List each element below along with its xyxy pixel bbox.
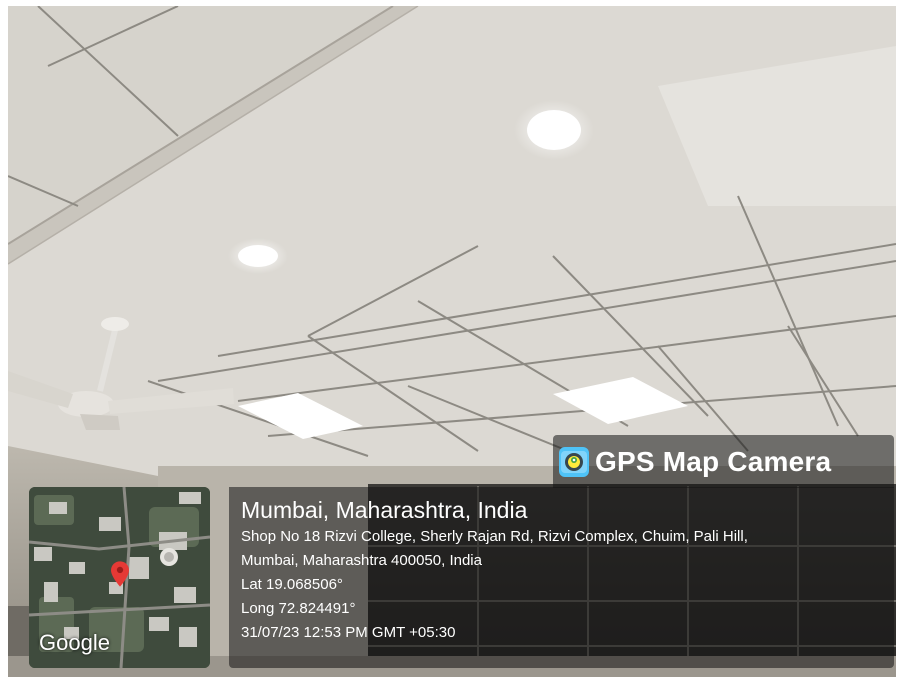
gps-map-camera-app-icon — [559, 446, 589, 477]
google-logo: Google — [39, 630, 110, 655]
map-thumbnail: Google — [29, 487, 210, 668]
location-info-panel: Mumbai, Maharashtra, India Shop No 18 Ri… — [229, 487, 894, 668]
round-ceiling-light — [527, 110, 581, 150]
address-line-1: Shop No 18 Rizvi College, Sherly Rajan R… — [241, 528, 748, 545]
gps-app-name: GPS Map Camera — [595, 445, 832, 477]
address-line-2: Mumbai, Maharashtra 400050, India — [241, 552, 482, 569]
photo-frame: GPS Map Camera Google Mumbai, Maharashtr… — [0, 0, 904, 683]
gps-map-camera-watermark: GPS Map Camera — [553, 435, 894, 488]
location-city: Mumbai, Maharashtra, India — [241, 497, 528, 523]
location-pin-icon — [111, 561, 129, 587]
round-ceiling-light — [238, 245, 278, 267]
longitude: Long 72.824491° — [241, 600, 356, 617]
latitude: Lat 19.068506° — [241, 576, 343, 593]
timestamp: 31/07/23 12:53 PM GMT +05:30 — [241, 624, 456, 641]
